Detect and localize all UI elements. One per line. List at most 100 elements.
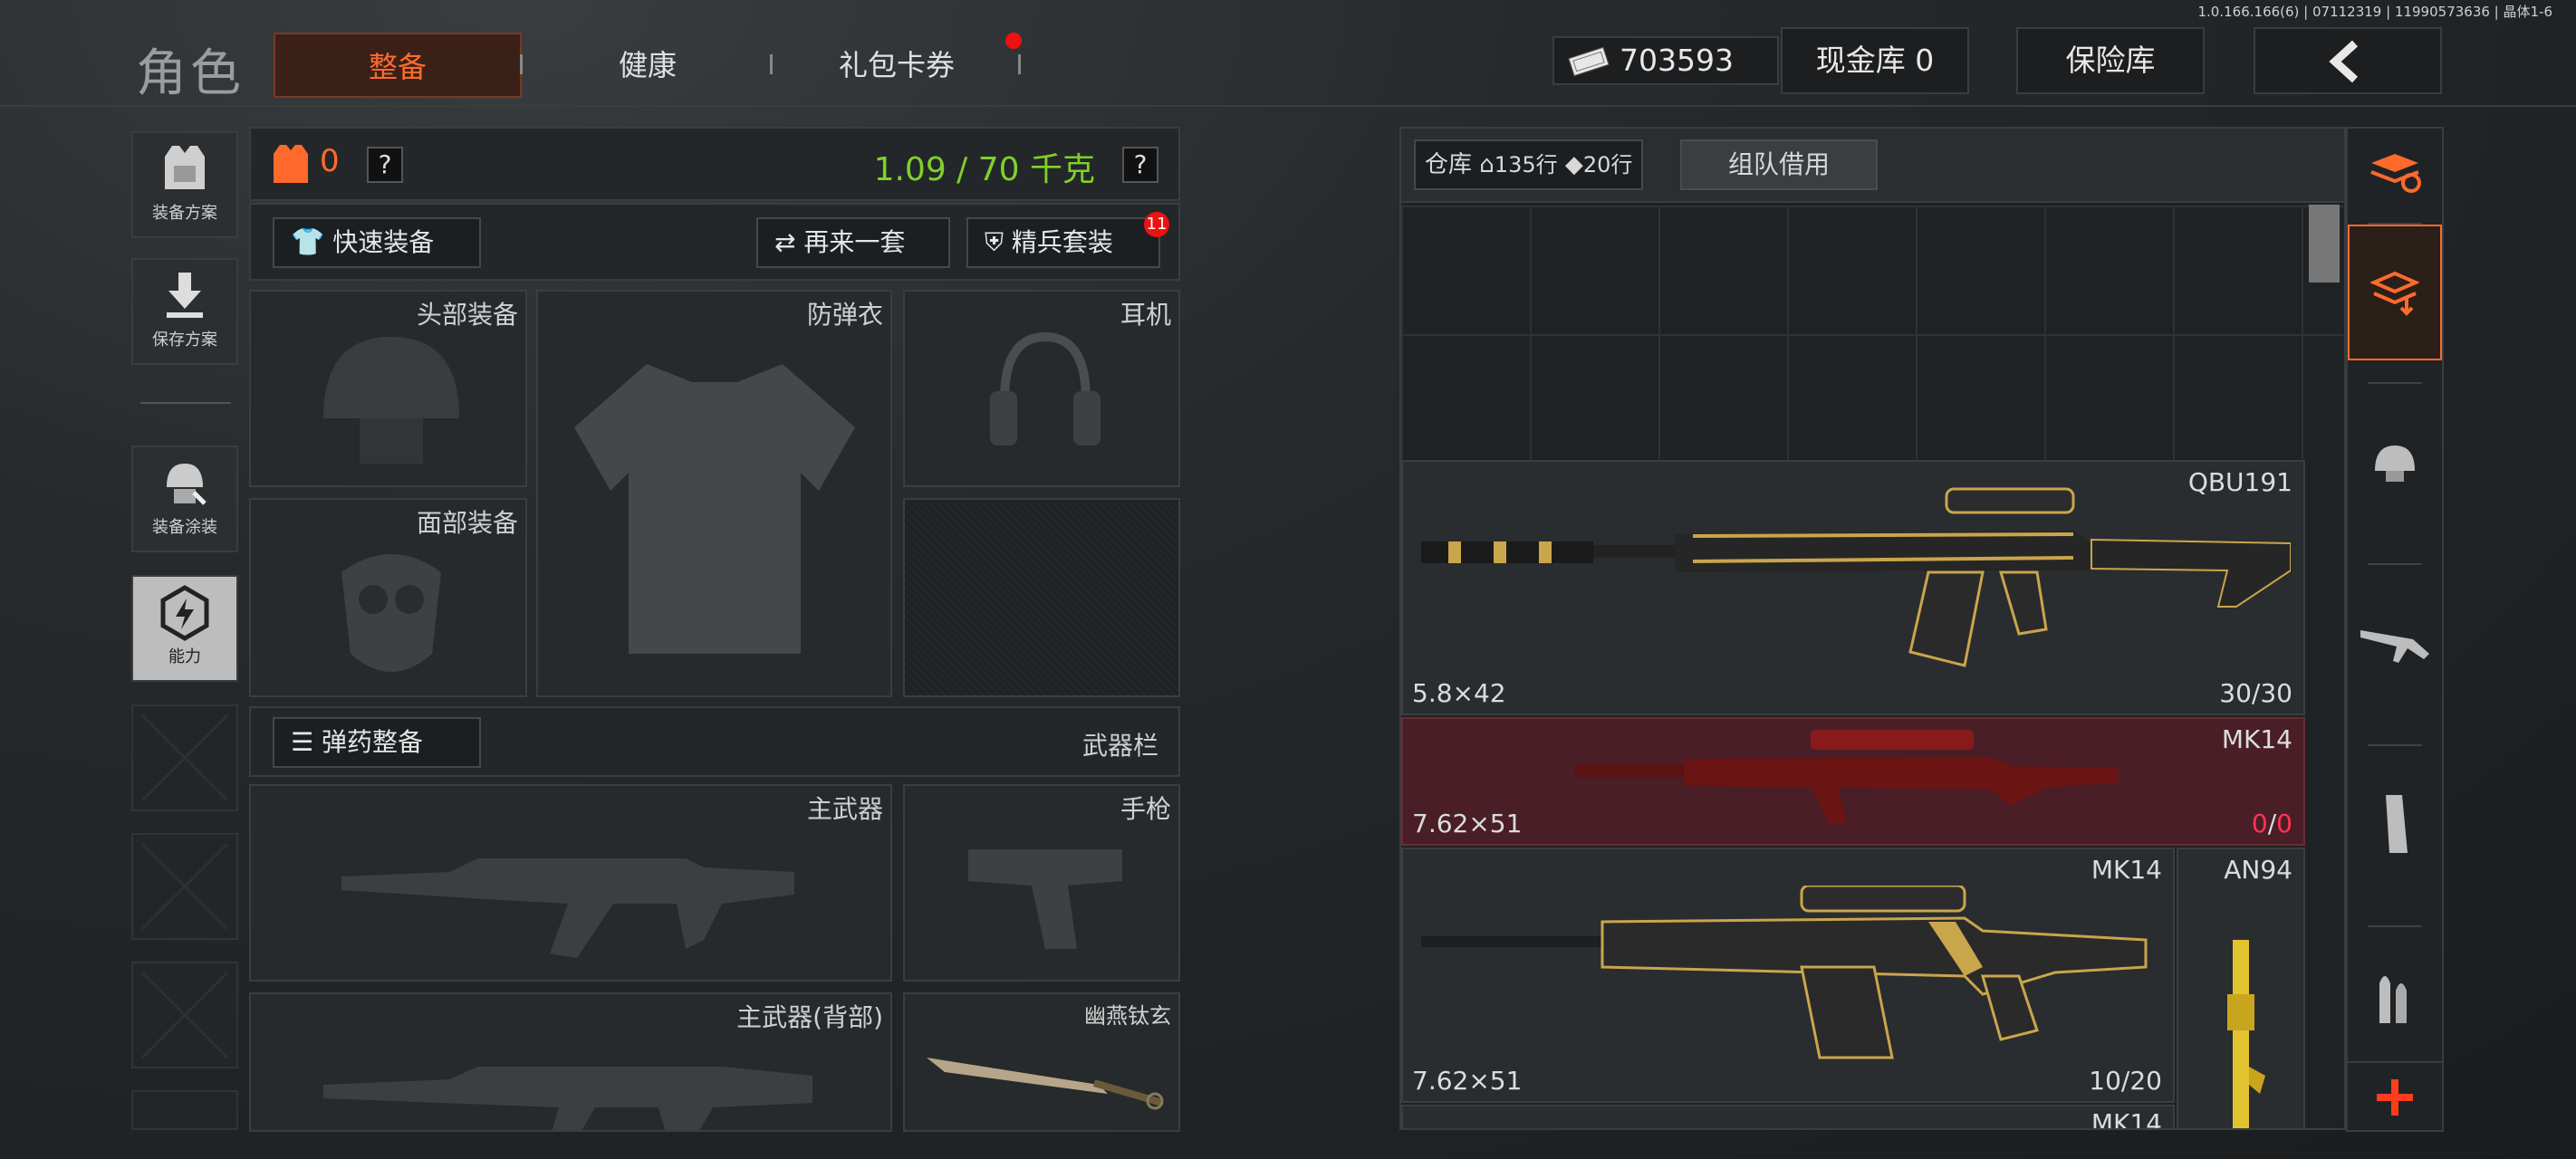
- save-plan-button[interactable]: 保存方案: [131, 258, 238, 365]
- magazine-icon[interactable]: [2348, 781, 2442, 871]
- ammo-bar: ☰ 弹药整备 武器栏: [249, 706, 1180, 777]
- sidebar-divider: [2368, 744, 2422, 746]
- sidebar-divider: [2368, 382, 2422, 384]
- rifle-back-silhouette-icon: [323, 1067, 812, 1130]
- elite-set-button[interactable]: ⛨ 精兵套装: [966, 217, 1160, 268]
- tab-divider: [520, 54, 523, 74]
- nav-label: 装备涂装: [152, 518, 217, 537]
- notification-dot: [1005, 33, 1022, 49]
- warehouse-info[interactable]: 仓库 ⌂135行 ◆20行: [1414, 139, 1644, 190]
- shield-icon: ⛨: [985, 227, 1004, 257]
- empty-slot: [131, 704, 238, 811]
- armor-icon: [274, 145, 308, 183]
- download-icon: [133, 260, 236, 327]
- tab-gift-cards[interactable]: 礼包卡券: [797, 33, 996, 98]
- elite-set-label: 精兵套装: [1011, 227, 1113, 257]
- ammo-rows: 20行: [1582, 152, 1633, 177]
- primary-weapon-slot[interactable]: 主武器: [249, 784, 892, 982]
- nav-divider: [140, 402, 231, 404]
- inventory-panel: 仓库 ⌂135行 ◆20行 组队借用 QBU191 5.8×42 30/30 M…: [1399, 127, 2346, 1130]
- elite-set-badge: 11: [1144, 212, 1169, 237]
- nav-label: 装备方案: [152, 204, 217, 223]
- ammo-separator: /: [2267, 809, 2277, 838]
- vest-icon: [133, 133, 236, 200]
- slot-label: 手枪: [1120, 794, 1171, 824]
- team-borrow-button[interactable]: 组队借用: [1680, 139, 1878, 190]
- item-name: MK14: [2221, 724, 2292, 754]
- item-ammo: 30/30: [2219, 678, 2292, 708]
- redo-button[interactable]: ⇄ 再来一套: [756, 217, 950, 268]
- inventory-item-an94[interactable]: AN94: [2177, 848, 2305, 1128]
- cash-vault-button[interactable]: 现金库 0: [1781, 27, 1969, 94]
- nav-label: 保存方案: [152, 330, 217, 350]
- armor-help-button[interactable]: ?: [367, 147, 403, 183]
- quick-equip-button[interactable]: 👕 快速装备: [273, 217, 481, 268]
- ability-hex-icon: [133, 577, 236, 644]
- head-equipment-slot[interactable]: 头部装备: [249, 290, 527, 487]
- headset-slot[interactable]: 耳机: [903, 290, 1180, 487]
- weight-help-button[interactable]: ?: [1122, 147, 1158, 183]
- back-button[interactable]: [2254, 27, 2442, 94]
- page-title: 角色: [136, 44, 245, 103]
- chevron-left-icon: [2329, 40, 2359, 83]
- loadout-plan-button[interactable]: 装备方案: [131, 131, 238, 238]
- scrollbar-thumb[interactable]: [2309, 205, 2340, 283]
- rifle-silhouette-icon: [341, 858, 794, 958]
- home-rows: 135行: [1494, 152, 1558, 177]
- ammo-setup-label: 弹药整备: [322, 727, 424, 757]
- slot-label: 主武器: [806, 794, 883, 824]
- bullet-icon: ◆: [1564, 151, 1583, 178]
- sidebar-divider: [2368, 563, 2422, 565]
- helmet-paint-icon: [133, 447, 236, 514]
- quick-equip-label: 快速装备: [332, 227, 435, 257]
- weapon-bar-label: 武器栏: [1081, 731, 1158, 761]
- inventory-item-mk14-gold[interactable]: MK14 7.62×51 10/20: [1401, 848, 2175, 1103]
- empty-slot: [131, 1090, 238, 1130]
- an94-rifle-icon: [2227, 940, 2265, 1128]
- currency-value: 703593: [1620, 43, 1734, 78]
- equipment-skin-button[interactable]: 装备涂装: [131, 445, 238, 552]
- banknote-icon: [1568, 46, 1610, 77]
- version-info: 1.0.166.166(6) | 07112319 | 11990573636 …: [2197, 4, 2553, 20]
- item-caliber: 7.62×51: [1412, 1066, 1523, 1096]
- weight-display: 1.09 / 70 千克: [873, 151, 1095, 188]
- item-ammo: 0/0: [2252, 809, 2292, 838]
- inventory-item-mk14-red[interactable]: MK14 7.62×51 0/0: [1401, 717, 2305, 846]
- face-equipment-slot[interactable]: 面部装备: [249, 498, 527, 697]
- refresh-icon: ⇄: [774, 227, 796, 257]
- shirt-icon: 👕: [291, 226, 325, 258]
- home-icon: ⌂: [1479, 151, 1495, 178]
- helmet-icon[interactable]: [2348, 418, 2442, 509]
- rifle-icon[interactable]: [2348, 599, 2442, 690]
- knife-icon: [927, 1058, 1164, 1110]
- tab-health[interactable]: 健康: [553, 33, 743, 98]
- inventory-item-qbu191[interactable]: QBU191 5.8×42 30/30: [1401, 460, 2305, 715]
- slot-label: 防弹衣: [806, 300, 883, 330]
- pistol-slot[interactable]: 手枪: [903, 784, 1180, 982]
- qbu191-rifle-icon: [1421, 487, 2291, 667]
- gasmask-silhouette-icon: [341, 554, 441, 672]
- layers-sort-icon[interactable]: [2348, 225, 2442, 360]
- melee-slot[interactable]: 幽燕钛玄: [903, 992, 1180, 1132]
- slot-label: 耳机: [1120, 300, 1171, 330]
- locked-slot: [903, 498, 1180, 697]
- slot-label: 主武器(背部): [736, 1002, 883, 1032]
- insurance-vault-button[interactable]: 保险库: [2016, 27, 2205, 94]
- ammo-setup-button[interactable]: ☰ 弹药整备: [273, 717, 481, 768]
- item-name: MK14: [2091, 855, 2162, 885]
- mk14-gold-rifle-icon: [1421, 886, 2148, 1059]
- mk14-red-rifle-icon: [1575, 730, 2119, 824]
- item-ammo: 10/20: [2089, 1066, 2162, 1096]
- inventory-grid: [1401, 206, 2343, 459]
- plus-icon[interactable]: [2348, 1061, 2442, 1130]
- body-armor-slot[interactable]: 防弹衣: [536, 290, 892, 697]
- ability-button[interactable]: 能力: [131, 575, 238, 682]
- layers-refresh-icon[interactable]: [2348, 129, 2442, 219]
- inventory-item-mk14-partial[interactable]: MK14: [1401, 1105, 2175, 1128]
- primary-weapon-back-slot[interactable]: 主武器(背部): [249, 992, 892, 1132]
- tab-equipment[interactable]: 整备: [274, 33, 522, 98]
- sidebar-divider: [2368, 925, 2422, 927]
- tab-divider: [770, 54, 773, 74]
- item-caliber: 5.8×42: [1412, 678, 1506, 708]
- bullets-icon[interactable]: [2348, 953, 2442, 1043]
